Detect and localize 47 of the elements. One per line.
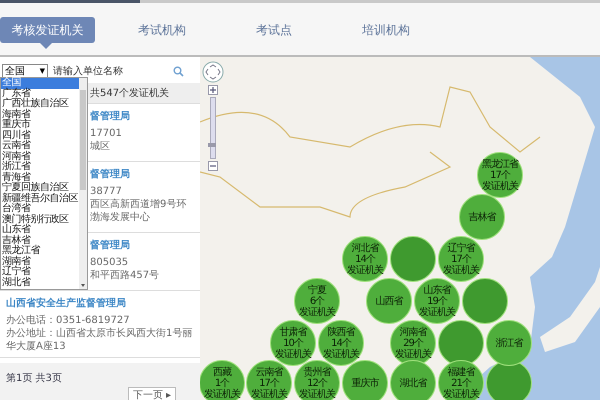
agency-name-link[interactable]: 督管理局	[90, 167, 130, 181]
zoom-out-icon[interactable]	[208, 161, 218, 171]
zoom-in-icon[interactable]	[208, 85, 218, 95]
dropdown-option[interactable]: 湖南省	[1, 256, 79, 267]
zoom-slider-thumb[interactable]	[208, 142, 216, 147]
phone-text: 805035	[90, 256, 128, 269]
dropdown-option[interactable]: 云南省	[1, 141, 79, 152]
next-page-button[interactable]: 下一页 ▸	[128, 387, 176, 400]
dropdown-option[interactable]: 重庆市	[1, 120, 79, 130]
tab[interactable]: 培训机构	[341, 17, 431, 43]
dropdown-option[interactable]: 广东省	[1, 88, 79, 99]
agency-name-link[interactable]: 督管理局	[90, 109, 130, 123]
agency-name-link[interactable]: 山西省安全生产监督管理局	[6, 296, 126, 310]
tab-pointer-icon	[40, 43, 52, 49]
dropdown-option[interactable]: 辽宁省	[1, 267, 79, 278]
dropdown-option[interactable]: 黑龙江省	[1, 246, 79, 256]
dropdown-option[interactable]: 浙江省	[1, 162, 79, 172]
dropdown-option[interactable]: 青海省	[1, 172, 79, 183]
dropdown-option[interactable]: 澳门特别行政区	[1, 214, 79, 225]
page-info: 第1页 共3页	[6, 372, 63, 385]
dropdown-option[interactable]: 全国	[1, 78, 79, 88]
dropdown-option[interactable]: 宁夏回族自治区	[1, 183, 79, 194]
zoom-slider[interactable]	[210, 97, 216, 159]
tab[interactable]: 考试点	[229, 17, 319, 43]
pan-control-icon[interactable]	[202, 61, 224, 83]
dropdown-option[interactable]: 四川省	[1, 130, 79, 141]
dropdown-option[interactable]: 海南省	[1, 110, 79, 120]
address-text: 西区高新西道增9号环渤海发展中心	[90, 198, 188, 224]
address-text: 和平西路457号	[90, 269, 160, 282]
tab[interactable]: 考核发证机关	[0, 17, 95, 43]
dropdown-option[interactable]: 河南省	[1, 152, 79, 162]
phone-text: 办公电话：0351-6819727	[6, 314, 130, 327]
search-icon[interactable]	[173, 66, 184, 76]
scrollbar[interactable]	[79, 78, 87, 289]
result-count: 共547个发证机关	[90, 86, 170, 100]
address-text: 办公地址：山西省太原市长风西大街1号丽华大厦A座13	[6, 327, 194, 353]
address-text: 城区	[90, 140, 110, 153]
dropdown-option[interactable]: 山东省	[1, 225, 79, 236]
dropdown-option[interactable]: 吉林省	[1, 236, 79, 246]
dropdown-option[interactable]: 新疆维吾尔自治区	[1, 194, 79, 204]
dropdown-option[interactable]: 台湾省	[1, 204, 79, 214]
phone-text: 17701	[90, 127, 122, 140]
dropdown-option[interactable]: 湖北省	[1, 278, 79, 288]
agency-name-link[interactable]: 督管理局	[90, 238, 130, 252]
phone-text: 38777	[90, 185, 122, 198]
dropdown-option[interactable]: 广西壮族自治区	[1, 99, 79, 110]
tab[interactable]: 考试机构	[117, 17, 207, 43]
